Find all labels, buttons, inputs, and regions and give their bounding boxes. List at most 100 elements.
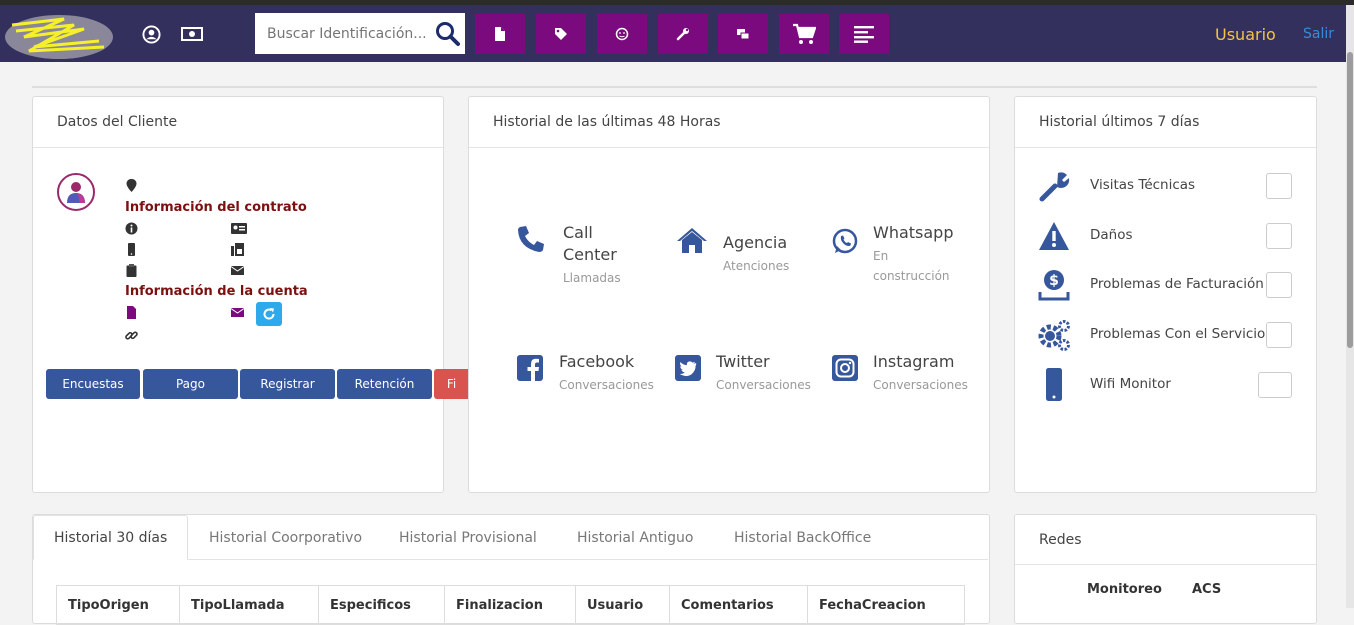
wrench-icon: [1039, 172, 1070, 202]
danos-label: Daños: [1090, 227, 1133, 243]
tab-coorporativo[interactable]: Historial Coorporativo: [209, 515, 362, 560]
avatar: [57, 173, 95, 211]
wifi-monitor-checkbox[interactable]: [1258, 372, 1292, 398]
top-navbar: Usuario Salir: [0, 5, 1354, 62]
user-link[interactable]: Usuario: [1215, 25, 1276, 44]
tab-historial-30[interactable]: Historial 30 días: [33, 515, 189, 560]
search-icon[interactable]: [435, 21, 461, 47]
tab-antiguo[interactable]: Historial Antiguo: [577, 515, 693, 560]
file-button[interactable]: [475, 14, 525, 54]
call-center-sub: Llamadas: [563, 271, 621, 285]
col-finalizacion[interactable]: Finalizacion: [445, 586, 576, 624]
divider: [32, 86, 1317, 88]
tag-icon: [555, 28, 567, 40]
servicio-row: Problemas Con el Servicio: [1015, 318, 1315, 358]
wifi-monitor-row: Wifi Monitor: [1015, 368, 1315, 408]
encuestas-button[interactable]: Encuestas: [46, 369, 140, 399]
file-icon: [495, 27, 505, 41]
clipboard-icon: [126, 264, 137, 277]
col-acs: ACS: [1192, 582, 1222, 597]
call-center-title-2: Center: [563, 245, 617, 264]
twitter-icon: [675, 355, 701, 381]
mobile-icon: [128, 243, 135, 256]
tag-button[interactable]: [536, 14, 586, 54]
redes-title: Redes: [1015, 515, 1316, 565]
clone-button[interactable]: [718, 14, 768, 54]
map-marker-icon: [126, 179, 137, 192]
twitter-sub: Conversaciones: [716, 378, 811, 392]
user-avatar-icon: [67, 182, 85, 203]
col-tipo-origen[interactable]: TipoOrigen: [57, 586, 180, 624]
whatsapp-sub-2: construcción: [873, 269, 950, 283]
smile-icon: [615, 27, 629, 41]
pago-button[interactable]: Pago: [143, 369, 238, 399]
refresh-button[interactable]: [256, 302, 282, 326]
envelope-purple-icon: [231, 308, 244, 317]
logo-scribble: [5, 15, 113, 59]
cart-icon: [793, 23, 816, 44]
history-tabs: Historial 30 días Historial Coorporativo…: [33, 515, 988, 560]
smile-button[interactable]: [597, 14, 647, 54]
warning-icon: [1039, 222, 1069, 250]
id-card-icon: [231, 223, 247, 234]
list-icon: [854, 26, 874, 43]
fi-button[interactable]: Fi: [434, 369, 469, 399]
facturacion-checkbox[interactable]: [1266, 272, 1292, 298]
document-icon: [127, 306, 136, 319]
cogs-icon: [1038, 320, 1070, 351]
phone-icon: [518, 226, 544, 252]
list-button[interactable]: [839, 14, 889, 54]
servicio-checkbox[interactable]: [1266, 322, 1292, 348]
history-48h-title: Historial de las últimas 48 Horas: [469, 97, 989, 148]
cart-button[interactable]: [779, 14, 829, 54]
scrollbar-thumb[interactable]: [1347, 52, 1353, 348]
whatsapp-sub-1: En: [873, 249, 889, 263]
visitas-tecnicas-checkbox[interactable]: [1266, 173, 1292, 199]
info-icon: [125, 222, 138, 235]
facebook-icon: [517, 355, 543, 381]
fax-icon: [231, 243, 244, 256]
instagram-sub: Conversaciones: [873, 378, 968, 392]
whatsapp-title: Whatsapp: [873, 223, 954, 242]
danos-checkbox[interactable]: [1266, 223, 1292, 249]
facturacion-row: $ Problemas de Facturación: [1015, 268, 1315, 308]
clone-icon: [737, 29, 750, 40]
visitas-tecnicas-label: Visitas Técnicas: [1090, 177, 1196, 193]
link-icon: [125, 331, 138, 340]
call-center-title-1: Call: [563, 223, 593, 242]
registrar-button[interactable]: Registrar: [240, 369, 335, 399]
user-circle-icon[interactable]: [140, 24, 162, 44]
tab-provisional[interactable]: Historial Provisional: [399, 515, 537, 560]
col-monitoreo: Monitoreo: [1087, 582, 1162, 597]
mobile-icon: [1046, 368, 1062, 401]
col-especificos[interactable]: Especificos: [319, 586, 445, 624]
whatsapp-icon: [832, 228, 858, 254]
home-icon: [677, 228, 707, 253]
tab-backoffice[interactable]: Historial BackOffice: [734, 515, 871, 560]
facebook-title: Facebook: [559, 352, 635, 371]
instagram-title: Instagram: [873, 352, 955, 371]
wrench-icon: [676, 28, 689, 41]
agencia-title: Agencia: [723, 233, 788, 252]
col-comentarios[interactable]: Comentarios: [670, 586, 808, 624]
servicio-label: Problemas Con el Servicio: [1090, 326, 1266, 342]
money-check-icon: $: [1038, 270, 1070, 301]
danos-row: Daños: [1015, 219, 1315, 259]
search-input[interactable]: [255, 13, 431, 54]
money-icon[interactable]: [181, 24, 203, 44]
agencia-sub: Atenciones: [723, 259, 790, 273]
col-usuario[interactable]: Usuario: [576, 586, 670, 624]
history-48h-card: Historial de las últimas 48 Horas Call C…: [468, 96, 990, 493]
svg-text:$: $: [1049, 273, 1059, 289]
wifi-monitor-label: Wifi Monitor: [1090, 376, 1171, 392]
history-7d-card: Historial últimos 7 días Visitas Técnica…: [1014, 96, 1317, 493]
wrench-button[interactable]: [658, 14, 708, 54]
client-card: Datos del Cliente Información del contra…: [32, 96, 469, 493]
twitter-title: Twitter: [716, 352, 770, 371]
facebook-sub: Conversaciones: [559, 378, 654, 392]
retencion-button[interactable]: Retención: [337, 369, 432, 399]
col-tipo-llamada[interactable]: TipoLlamada: [180, 586, 319, 624]
account-info-title: Información de la cuenta: [125, 284, 308, 299]
col-fecha-creacion[interactable]: FechaCreacion: [808, 586, 964, 624]
logout-link[interactable]: Salir: [1303, 26, 1334, 42]
